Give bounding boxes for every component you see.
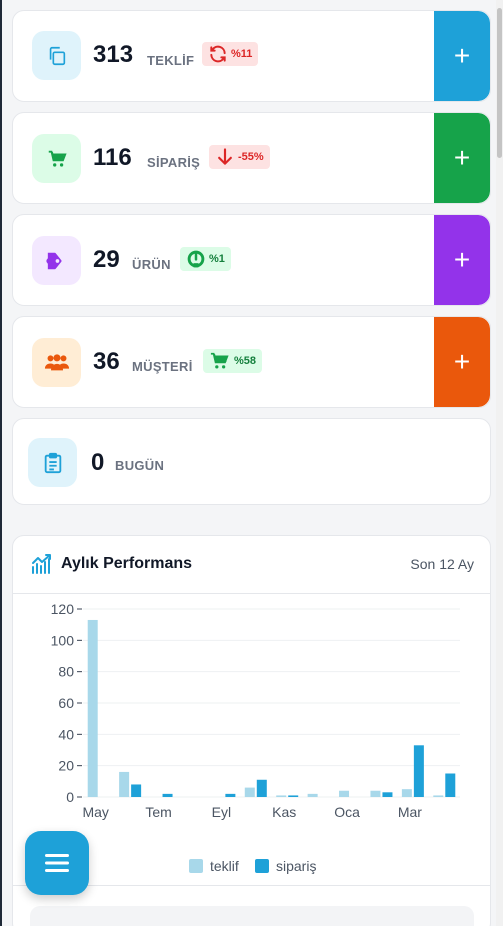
- stat-card-urun[interactable]: 29 ÜRÜN %1 +: [12, 214, 491, 306]
- bar-sipariş-Eyl: [225, 793, 236, 797]
- chart-range-label: Son 12 Ay: [410, 556, 474, 572]
- stat-card-musteri[interactable]: 36 MÜŞTERİ %58 +: [12, 316, 491, 408]
- x-tick-label: Mar: [398, 804, 422, 820]
- teklif-badge: %11: [202, 42, 259, 66]
- bar-teklif-Şub: [370, 790, 381, 797]
- copy-icon: [32, 31, 81, 80]
- app-screen: 313 TEKLİF %11 + 116 SİPARİŞ -55% + 29 Ü…: [0, 0, 503, 926]
- chart-header: Aylık Performans Son 12 Ay: [13, 536, 490, 594]
- y-tick-label: 40: [58, 726, 74, 742]
- bar-sipariş-Haz: [131, 784, 142, 797]
- bar-sipariş-Mar: [413, 745, 424, 797]
- musteri-count: 36: [93, 348, 120, 375]
- bar-sipariş-Şub: [382, 792, 393, 797]
- legend-swatch-sipariş: [255, 859, 269, 873]
- next-card-peek: [30, 906, 474, 926]
- bar-teklif-Eki: [244, 787, 255, 797]
- musteri-badge-value: %58: [234, 355, 257, 367]
- siparis-badge: -55%: [209, 145, 270, 169]
- cart-icon: [210, 352, 229, 369]
- urun-count: 29: [93, 246, 120, 273]
- x-tick-label: Eyl: [212, 804, 231, 820]
- chart-line-icon: [32, 554, 51, 574]
- x-tick-label: Oca: [334, 804, 360, 820]
- siparis-label: SİPARİŞ: [147, 155, 201, 170]
- bar-teklif-Ara: [307, 793, 318, 797]
- tag-icon: [32, 236, 81, 285]
- x-tick-label: Tem: [145, 804, 171, 820]
- bar-sipariş-Eki: [256, 779, 267, 797]
- y-tick-label: 80: [58, 664, 74, 680]
- arrow-down-icon: [218, 148, 232, 165]
- teklif-count: 313: [93, 41, 134, 68]
- urun-badge: %1: [180, 247, 231, 271]
- bar-teklif-Nis: [433, 795, 444, 797]
- siparis-count: 116: [93, 144, 132, 171]
- legend-label-teklif: teklif: [210, 858, 239, 874]
- add-musteri-button[interactable]: +: [434, 317, 490, 407]
- bar-sipariş-Tem: [162, 793, 173, 797]
- gauge-icon: [187, 250, 205, 268]
- teklif-badge-value: %11: [231, 48, 253, 60]
- y-tick-label: 20: [58, 758, 74, 774]
- y-tick-label: 0: [66, 789, 74, 805]
- x-tick-label: May: [82, 804, 108, 820]
- y-tick-label: 60: [58, 695, 74, 711]
- x-tick-label: Kas: [272, 804, 296, 820]
- bar-teklif-Kas: [276, 795, 287, 797]
- siparis-badge-value: -55%: [238, 151, 264, 163]
- add-urun-button[interactable]: +: [434, 215, 490, 305]
- bar-sipariş-Kas: [288, 795, 299, 797]
- urun-badge-value: %1: [209, 253, 225, 265]
- urun-label: ÜRÜN: [132, 257, 171, 272]
- legend-label-sipariş: sipariş: [276, 858, 316, 874]
- chart-title: Aylık Performans: [61, 555, 193, 572]
- scrollbar-thumb[interactable]: [497, 8, 502, 158]
- bugun-count: 0: [91, 449, 105, 476]
- add-teklif-button[interactable]: +: [434, 11, 490, 101]
- musteri-badge: %58: [203, 349, 263, 373]
- hamburger-icon: [45, 854, 69, 872]
- y-tick-label: 100: [51, 632, 75, 648]
- teklif-label: TEKLİF: [147, 53, 195, 68]
- bar-sipariş-Nis: [445, 773, 456, 797]
- menu-button[interactable]: [25, 831, 89, 895]
- musteri-label: MÜŞTERİ: [132, 359, 193, 374]
- bar-teklif-Haz: [119, 771, 130, 797]
- bar-teklif-Oca: [339, 790, 350, 797]
- add-siparis-button[interactable]: +: [434, 113, 490, 203]
- legend-swatch-teklif: [189, 859, 203, 873]
- left-edge: [0, 0, 2, 926]
- cart-icon: [32, 134, 81, 183]
- bar-teklif-May: [87, 619, 98, 797]
- y-tick-label: 120: [51, 601, 75, 617]
- stat-card-bugun[interactable]: 0 BUGÜN: [12, 418, 491, 505]
- stat-card-siparis[interactable]: 116 SİPARİŞ -55% +: [12, 112, 491, 204]
- bar-teklif-Mar: [401, 789, 412, 797]
- users-icon: [32, 338, 81, 387]
- bugun-label: BUGÜN: [115, 458, 165, 473]
- clipboard-icon: [28, 438, 77, 487]
- stat-card-teklif[interactable]: 313 TEKLİF %11 +: [12, 10, 491, 102]
- refresh-icon: [210, 45, 226, 63]
